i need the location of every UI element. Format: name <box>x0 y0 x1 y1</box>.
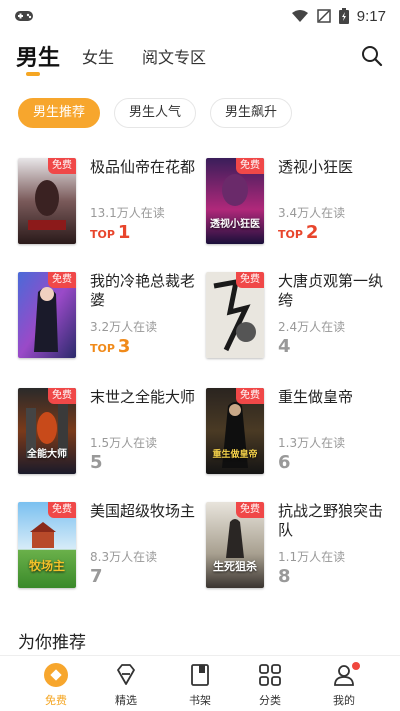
rank-number: 7 <box>90 566 103 587</box>
free-badge: 免费 <box>48 272 76 288</box>
nav-category[interactable]: 分类 <box>240 662 300 708</box>
gamepad-icon <box>15 11 33 21</box>
rank-number: 1 <box>117 222 131 243</box>
status-bar: 9:17 <box>0 0 400 32</box>
nav-bookshelf[interactable]: 书架 <box>170 662 230 708</box>
rank-number: 5 <box>90 452 103 473</box>
rank-label: 4 <box>278 336 291 357</box>
rank-label: TOP 2 <box>278 222 318 243</box>
book-cover[interactable]: 重生做皇帝 免费 <box>206 388 264 474</box>
rank-label: 7 <box>90 566 103 587</box>
rank-number: 4 <box>278 336 291 357</box>
reader-count: 8.3万人在读 <box>90 550 158 564</box>
reader-count: 3.2万人在读 <box>90 320 158 334</box>
nav-label: 我的 <box>333 694 355 707</box>
book-item[interactable]: 免费 大唐贞观第一纨绔 2.4万人在读 4 <box>206 272 396 372</box>
book-item[interactable]: 重生做皇帝 免费 重生做皇帝 1.3万人在读 6 <box>206 388 396 488</box>
book-item[interactable]: 生死狙杀 免费 抗战之野狼突击队 1.1万人在读 8 <box>206 502 396 602</box>
rank-number: 2 <box>305 222 319 243</box>
cover-title: 牧场主 <box>28 559 65 573</box>
book-title[interactable]: 我的冷艳总裁老婆 <box>90 272 200 310</box>
book-item[interactable]: 免费 极品仙帝在花都 13.1万人在读 TOP 1 <box>18 158 208 258</box>
section-title-recommend: 为你推荐 <box>18 633 86 653</box>
rank-number: 6 <box>278 452 291 473</box>
grid-icon <box>259 664 281 686</box>
book-title[interactable]: 美国超级牧场主 <box>90 502 200 521</box>
rank-prefix: TOP <box>90 342 115 355</box>
book-title[interactable]: 极品仙帝在花都 <box>90 158 200 177</box>
book-title[interactable]: 末世之全能大师 <box>90 388 200 407</box>
free-badge: 免费 <box>236 502 264 518</box>
top-tabs: 男生 女生 阅文专区 <box>0 36 400 86</box>
nav-label: 精选 <box>115 694 137 707</box>
search-icon[interactable] <box>360 44 384 68</box>
rank-label: 6 <box>278 452 291 473</box>
free-badge: 免费 <box>48 158 76 174</box>
chip-male-recommend[interactable]: 男生推荐 <box>18 98 101 128</box>
free-badge: 免费 <box>48 388 76 404</box>
nav-profile[interactable]: 我的 <box>314 662 374 708</box>
free-badge: 免费 <box>48 502 76 518</box>
rank-label: TOP 1 <box>90 222 130 243</box>
nav-label: 分类 <box>259 694 281 707</box>
rank-prefix: TOP <box>90 228 115 241</box>
reader-count: 1.3万人在读 <box>278 436 346 450</box>
chip-male-popular[interactable]: 男生人气 <box>114 98 197 128</box>
book-item[interactable]: 免费 我的冷艳总裁老婆 3.2万人在读 TOP 3 <box>18 272 208 372</box>
book-cover[interactable]: 生死狙杀 免费 <box>206 502 264 588</box>
cover-title: 透视小狂医 <box>210 219 260 230</box>
nav-label: 书架 <box>189 694 211 707</box>
active-tab-indicator <box>26 72 40 76</box>
book-title[interactable]: 透视小狂医 <box>278 158 388 177</box>
book-cover[interactable]: 免费 <box>18 272 76 358</box>
bottom-nav: 免费 精选 书架 分类 我的 <box>0 655 400 711</box>
book-cover[interactable]: 全能大师 免费 <box>18 388 76 474</box>
book-item[interactable]: 透视小狂医 免费 透视小狂医 3.4万人在读 TOP 2 <box>206 158 396 258</box>
free-badge: 免费 <box>236 388 264 404</box>
bookshelf-icon <box>191 664 209 686</box>
free-badge: 免费 <box>236 158 264 174</box>
no-signal-icon <box>317 9 331 23</box>
rank-label: 8 <box>278 566 291 587</box>
reader-count: 1.1万人在读 <box>278 550 346 564</box>
clock: 9:17 <box>356 7 386 25</box>
reader-count: 1.5万人在读 <box>90 436 158 450</box>
category-chips: 男生推荐 男生人气 男生飙升 <box>0 98 400 132</box>
free-icon <box>44 663 68 687</box>
tab-female[interactable]: 女生 <box>82 44 114 68</box>
nav-featured[interactable]: 精选 <box>96 662 156 708</box>
rank-label: 5 <box>90 452 103 473</box>
notification-dot <box>352 662 360 670</box>
cover-title: 全能大师 <box>27 449 67 460</box>
reader-count: 13.1万人在读 <box>90 206 165 220</box>
tab-male[interactable]: 男生 <box>16 40 60 72</box>
book-title[interactable]: 大唐贞观第一纨绔 <box>278 272 388 310</box>
reader-count: 2.4万人在读 <box>278 320 346 334</box>
reader-count: 3.4万人在读 <box>278 206 346 220</box>
book-cover[interactable]: 免费 <box>206 272 264 358</box>
rank-prefix: TOP <box>278 228 303 241</box>
rank-number: 8 <box>278 566 291 587</box>
diamond-icon <box>117 664 135 685</box>
book-item[interactable]: 牧场主 免费 美国超级牧场主 8.3万人在读 7 <box>18 502 208 602</box>
wifi-icon <box>291 10 308 22</box>
book-item[interactable]: 全能大师 免费 末世之全能大师 1.5万人在读 5 <box>18 388 208 488</box>
chip-male-rising[interactable]: 男生飙升 <box>210 98 293 128</box>
cover-title: 生死狙杀 <box>213 560 257 573</box>
nav-label: 免费 <box>45 694 67 707</box>
book-cover[interactable]: 免费 <box>18 158 76 244</box>
rank-number: 3 <box>117 336 131 357</box>
free-badge: 免费 <box>236 272 264 288</box>
rank-label: TOP 3 <box>90 336 130 357</box>
book-cover[interactable]: 透视小狂医 免费 <box>206 158 264 244</box>
book-title[interactable]: 抗战之野狼突击队 <box>278 502 388 540</box>
battery-icon <box>338 8 349 24</box>
cover-title: 重生做皇帝 <box>212 450 258 460</box>
book-cover[interactable]: 牧场主 免费 <box>18 502 76 588</box>
tab-yuewen[interactable]: 阅文专区 <box>142 44 206 68</box>
nav-free[interactable]: 免费 <box>26 662 86 708</box>
book-title[interactable]: 重生做皇帝 <box>278 388 388 407</box>
